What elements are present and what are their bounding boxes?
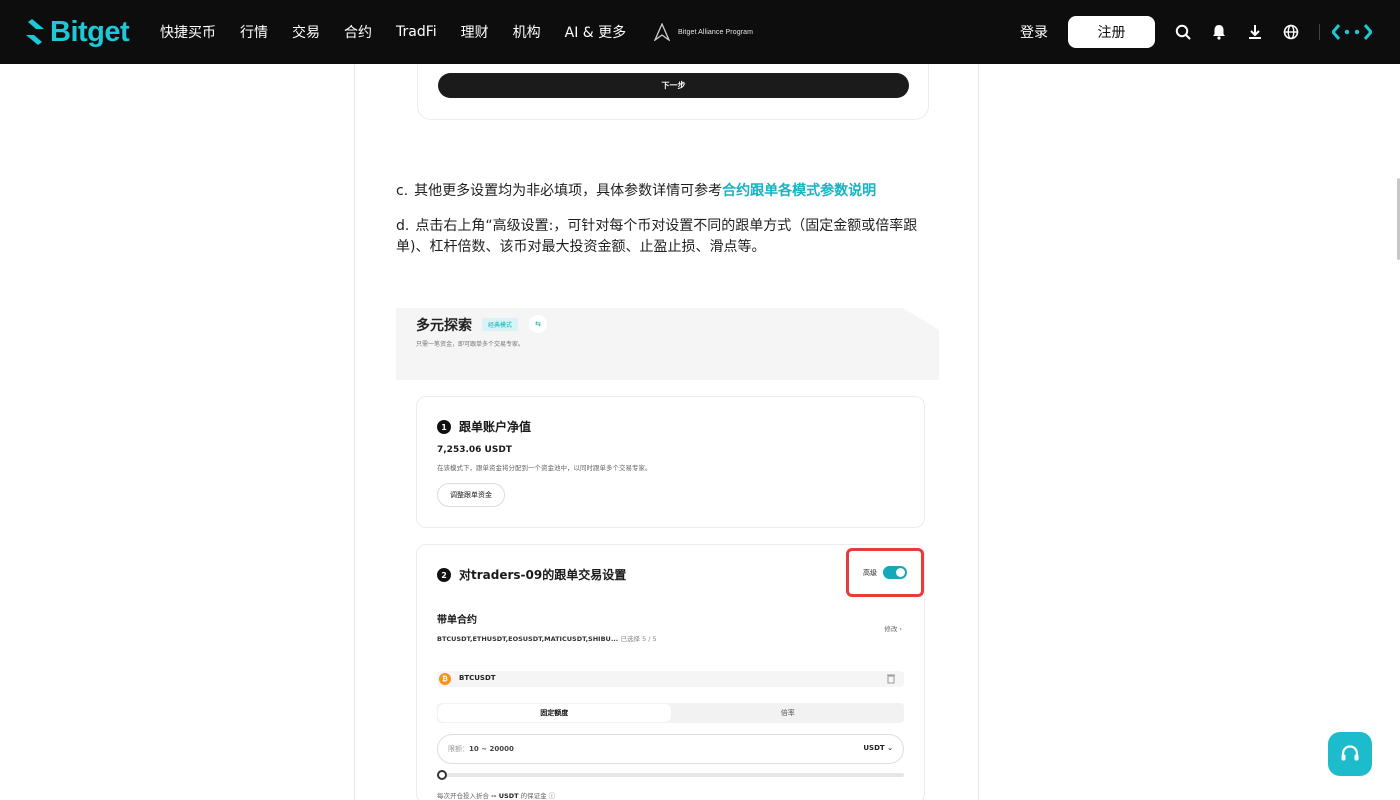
coin-row: ₿ BTCUSDT xyxy=(437,671,904,687)
paragraph-c-text: 其他更多设置均为非必填项，具体参数详情可参考 xyxy=(414,183,723,199)
article-content: 下一步 c. 其他更多设置均为非必填项，具体参数详情可参考合约跟单各模式参数说明 … xyxy=(354,64,979,800)
nav-markets[interactable]: 行情 xyxy=(240,22,268,42)
paragraph-d: d. 点击右上角“高级设置:，可针对每个币对设置不同的跟单方式（固定金额或倍率跟单… xyxy=(396,216,926,258)
image-header: 多元探索 经典模式 ⇆ 只需一笔资金，即可跟单多个交易专家。 xyxy=(396,308,939,380)
bitget-logo[interactable]: Bitget xyxy=(24,16,130,48)
nav-futures[interactable]: 合约 xyxy=(344,22,372,42)
footnote-prefix: 每次开仓投入折合 xyxy=(437,792,489,800)
selected-pairs: BTCUSDT,ETHUSDT,EOSUSDT,MATICUSDT,SHIBU.… xyxy=(437,633,657,643)
download-icon[interactable] xyxy=(1245,22,1265,42)
paragraph-c-marker: c. xyxy=(396,183,409,199)
step-number: 2 xyxy=(437,568,451,582)
slider-knob xyxy=(437,770,447,780)
nav-earn[interactable]: 理财 xyxy=(461,22,489,42)
advanced-toggle xyxy=(883,566,907,579)
paragraph-d-text: 点击右上角“高级设置:，可针对每个币对设置不同的跟单方式（固定金额或倍率跟单)、… xyxy=(396,218,918,255)
account-equity-title: 跟单账户净值 xyxy=(459,420,532,434)
amount-placeholder: 限额：10 ~ 20000 xyxy=(448,744,514,754)
trader-settings-title: 对traders-09的跟单交易设置 xyxy=(459,568,627,582)
btc-icon: ₿ xyxy=(439,673,451,685)
alliance-logo-icon xyxy=(654,23,670,41)
nav-trade[interactable]: 交易 xyxy=(292,22,320,42)
account-equity-card: 1 跟单账户净值 7,253.06 USDT 在该模式下，跟单资金将分配到一个资… xyxy=(416,396,925,528)
previous-step-image: 下一步 xyxy=(417,64,929,120)
nav-ai-more[interactable]: AI & 更多 xyxy=(565,22,627,42)
amount-unit: USDT ⌄ xyxy=(863,744,893,752)
footnote-suffix: 的保证金 xyxy=(520,792,547,800)
coin-name: BTCUSDT xyxy=(459,674,496,682)
limit-range: 10 ~ 20000 xyxy=(469,745,514,753)
adjust-funds-button: 调整跟单资金 xyxy=(437,483,505,507)
amount-slider-image xyxy=(437,770,904,780)
contracts-section-title: 带单合约 xyxy=(437,615,477,626)
copy-trade-settings-image: 多元探索 经典模式 ⇆ 只需一笔资金，即可跟单多个交易专家。 1 跟单账户净值 … xyxy=(396,308,939,800)
nav-tradfi[interactable]: TradFi xyxy=(396,24,437,40)
alliance-program-banner[interactable]: Bitget Alliance Program xyxy=(654,22,753,42)
image-subtitle: 只需一笔资金，即可跟单多个交易专家。 xyxy=(416,341,525,348)
nav-quick-buy[interactable]: 快捷买币 xyxy=(160,22,216,42)
search-icon[interactable] xyxy=(1173,22,1193,42)
tab-multiplier: 倍率 xyxy=(780,709,795,717)
limit-label: 限额： xyxy=(448,745,469,753)
classic-mode-badge: 经典模式 xyxy=(482,318,519,331)
headset-icon[interactable] xyxy=(1328,732,1372,776)
paragraph-c: c. 其他更多设置均为非必填项，具体参数详情可参考合约跟单各模式参数说明 xyxy=(396,181,926,202)
nav-institutional[interactable]: 机构 xyxy=(513,22,541,42)
alliance-program-text: Bitget Alliance Program xyxy=(678,28,754,36)
login-link[interactable]: 登录 xyxy=(1020,22,1048,42)
trader-settings-card: 2 对traders-09的跟单交易设置 高级 带单合约 BTCUSDT,ETH… xyxy=(416,544,925,800)
globe-icon[interactable] xyxy=(1281,22,1301,42)
account-equity-value: 7,253.06 USDT xyxy=(437,445,512,455)
edit-pairs-link: 修改 › xyxy=(884,625,902,633)
edit-label: 修改 xyxy=(884,625,898,633)
margin-footnote: 每次开仓投入折合 -- USDT 的保证金 ⓘ xyxy=(437,792,556,800)
main-nav: 快捷买币 行情 交易 合约 TradFi 理财 机构 AI & 更多 xyxy=(160,0,650,64)
logo-text: Bitget xyxy=(50,16,130,48)
unit-label: USDT xyxy=(863,744,885,752)
trash-icon xyxy=(887,674,895,684)
image-header-corner xyxy=(903,308,939,330)
amount-input-image: 限额：10 ~ 20000 USDT ⌄ xyxy=(437,734,904,764)
register-button[interactable]: 注册 xyxy=(1068,16,1155,48)
advanced-label: 高级 xyxy=(863,568,877,577)
futures-copy-params-link[interactable]: 合约跟单各模式参数说明 xyxy=(722,183,876,199)
account-equity-desc: 在该模式下，跟单资金将分配到一个资金池中，以同时跟单多个交易专家。 xyxy=(437,464,652,472)
step-number: 1 xyxy=(437,420,451,434)
advanced-settings-highlight: 高级 xyxy=(846,548,924,597)
bell-icon[interactable] xyxy=(1209,22,1229,42)
pairs-count: 已选择 5 / 5 xyxy=(620,635,657,643)
nav-divider xyxy=(1319,24,1320,40)
next-step-button-image: 下一步 xyxy=(438,73,909,98)
top-nav-bar: Bitget 快捷买币 行情 交易 合约 TradFi 理财 机构 AI & 更… xyxy=(0,0,1400,64)
paragraph-d-marker: d. xyxy=(396,218,410,234)
tab-fixed-amount: 固定额度 xyxy=(438,704,671,722)
copy-mode-tabs: 固定额度 倍率 xyxy=(437,703,904,723)
swap-icon: ⇆ xyxy=(529,315,547,333)
bitget-logo-mark-icon xyxy=(26,19,44,45)
pairs-list: BTCUSDT,ETHUSDT,EOSUSDT,MATICUSDT,SHIBU.… xyxy=(437,635,619,643)
brand-mark-icon[interactable] xyxy=(1331,22,1373,42)
image-title: 多元探索 xyxy=(416,318,472,334)
footnote-value: -- USDT xyxy=(491,792,519,800)
